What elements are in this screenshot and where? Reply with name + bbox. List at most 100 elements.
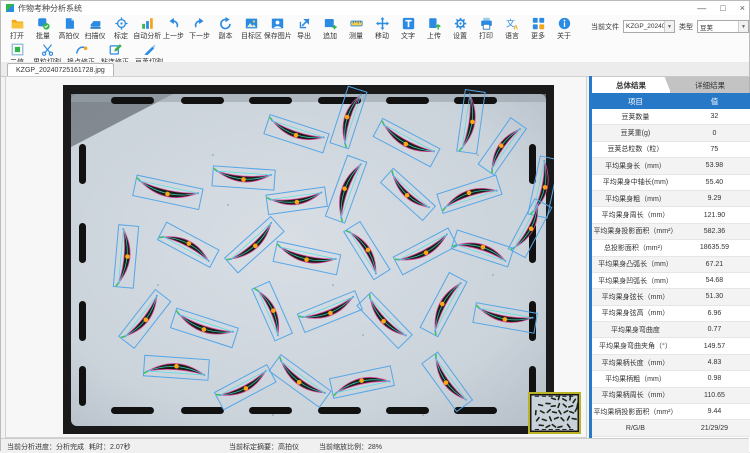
table-row[interactable]: 平均果身周长（mm）121.90: [592, 207, 750, 223]
toolbar-target-area-button[interactable]: 目标区: [239, 15, 265, 41]
toolbar-text-button[interactable]: 文字: [395, 15, 421, 41]
results-panel: 总体结果 详细结果 项目 值 豆荚数量32豆荚重(g)0豆荚总粒数（粒）75平均…: [592, 76, 750, 438]
table-row[interactable]: 平均果柄粗（mm）0.98: [592, 371, 750, 387]
export-icon: [298, 17, 311, 30]
row-item-label: 平均果身凸弧长（mm）: [592, 259, 679, 269]
table-row[interactable]: 平均果柄周长（mm）110.65: [592, 388, 750, 404]
toolbar-button-label: 保存图片: [264, 31, 292, 41]
toolbar-button-label: 关于: [557, 31, 571, 41]
toolbar-calibrate-button[interactable]: 标定: [108, 15, 134, 41]
row-item-label: 平均果身粗（mm）: [592, 194, 679, 204]
copy-icon: [219, 17, 232, 30]
table-row[interactable]: 平均果身凹弧长（mm）54.68: [592, 273, 750, 289]
toolbar-export-button[interactable]: 导出: [291, 15, 317, 41]
table-row[interactable]: 豆荚总粒数（粒）75: [592, 142, 750, 158]
application-window: 作物考种分析系统 — □ × 打开 批量高拍仪扫描仪标定自动分析上一步下一步副本目…: [0, 0, 750, 451]
chevron-down-icon[interactable]: ▼: [738, 21, 748, 32]
table-row[interactable]: 平均果身投影面积（mm²）582.36: [592, 224, 750, 240]
table-row[interactable]: 平均果身粗（mm）9.29: [592, 191, 750, 207]
minimize-button[interactable]: —: [697, 1, 706, 15]
type-select[interactable]: 豆荚▼: [697, 20, 749, 33]
chevron-down-icon[interactable]: ▼: [664, 21, 674, 32]
row-item-value: 110.65: [679, 392, 750, 399]
toolbar-row-2: 二值果粒切割换点修正粘连修正豆荚切割: [1, 41, 749, 62]
about-icon: [558, 17, 571, 30]
row-item-label: 平均果身弯曲夹角（°）: [592, 341, 679, 351]
table-row[interactable]: 平均果身中轴长(mm)55.40: [592, 175, 750, 191]
table-row[interactable]: 豆荚重(g)0: [592, 125, 750, 141]
header-value-column: 值: [679, 96, 750, 107]
table-row[interactable]: 平均果身弯曲度0.77: [592, 322, 750, 338]
row-item-value: 149.57: [679, 343, 750, 350]
row-item-value: 53.98: [679, 162, 750, 169]
maximize-button[interactable]: □: [720, 1, 725, 15]
toolbar-button-label: 语言: [505, 31, 519, 41]
table-row[interactable]: 平均果身弯曲夹角（°）149.57: [592, 338, 750, 354]
toolbar-open-folder-button[interactable]: 打开: [4, 15, 30, 41]
document-tab-strip: KZGP_20240725161728.jpg: [1, 62, 749, 77]
row-item-value: 21/29/29: [679, 425, 750, 432]
current-file-value: KZGP_202407: [624, 23, 664, 30]
row-item-label: 平均果柄粗（mm）: [592, 374, 679, 384]
toolbar-settings-button[interactable]: 设置: [447, 15, 473, 41]
table-row[interactable]: 总投影面积（mm²）18635.59: [592, 240, 750, 256]
toolbar-button-label: 扫描仪: [85, 31, 106, 41]
table-row[interactable]: 平均果身弦长（mm）51.30: [592, 289, 750, 305]
close-button[interactable]: ×: [740, 1, 745, 15]
table-row[interactable]: R/G/B21/29/29: [592, 420, 750, 436]
move-icon: [376, 17, 389, 30]
table-row[interactable]: 平均果柄投影面积（mm²）9.44: [592, 404, 750, 420]
table-row[interactable]: 平均果柄长度（mm）4.83: [592, 355, 750, 371]
row-item-label: 豆荚数量: [592, 112, 679, 122]
toolbar-doc-camera-button[interactable]: 高拍仪: [56, 15, 82, 41]
analysis-photo[interactable]: [63, 85, 554, 434]
toolbar-auto-analyze-button[interactable]: 自动分析: [134, 15, 161, 41]
redo-icon: [193, 17, 206, 30]
toolbar-button-label: 上传: [427, 31, 441, 41]
title-bar: 作物考种分析系统 — □ ×: [1, 1, 749, 16]
navigator-thumbnail[interactable]: [528, 392, 581, 434]
table-row[interactable]: 平均果身弦高（mm）6.96: [592, 306, 750, 322]
toolbar-language-button[interactable]: 文A语言: [499, 15, 525, 41]
toolbar-batch-button[interactable]: 批量: [30, 15, 56, 41]
calibrate-icon: [115, 17, 128, 30]
row-item-value: 55.40: [679, 179, 750, 186]
table-row[interactable]: 豆荚数量32: [592, 109, 750, 125]
table-row[interactable]: 平均果身长（mm）53.98: [592, 158, 750, 174]
toolbar-more-button[interactable]: 更多: [525, 15, 551, 41]
auto-analyze-icon: [141, 17, 154, 30]
toolbar-upload-button[interactable]: 上传: [421, 15, 447, 41]
more-icon: [532, 17, 545, 30]
toolbar-button-label: 批量: [36, 31, 50, 41]
toolbar-button-label: 高拍仪: [59, 31, 80, 41]
header-item-column: 项目: [592, 96, 679, 107]
row-item-value: 0: [679, 130, 750, 137]
document-tab[interactable]: KZGP_20240725161728.jpg: [7, 63, 114, 77]
toolbar-measure-button[interactable]: 测量: [343, 15, 369, 41]
svg-text:A: A: [513, 25, 518, 30]
current-file-label: 当前文件: [591, 22, 619, 32]
toolbar-print-button[interactable]: 打印: [473, 15, 499, 41]
tab-detailed-results[interactable]: 详细结果: [671, 77, 750, 93]
toolbar-button-label: 打开: [10, 31, 24, 41]
toolbar-button-label: 更多: [531, 31, 545, 41]
toolbar-append-button[interactable]: 追加: [317, 15, 343, 41]
toolbar-button-label: 追加: [323, 31, 337, 41]
current-file-select[interactable]: KZGP_202407▼: [623, 20, 675, 33]
toolbar-about-button[interactable]: 关于: [551, 15, 577, 41]
tab-overall-results[interactable]: 总体结果: [592, 77, 671, 93]
toolbar-button-label: 自动分析: [133, 31, 161, 41]
table-row[interactable]: 平均果身凸弧长（mm）67.21: [592, 257, 750, 273]
toolbar-redo-button[interactable]: 下一步: [187, 15, 213, 41]
row-item-label: R/G/B: [592, 425, 679, 432]
row-item-value: 9.29: [679, 195, 750, 202]
curve-point-icon: [75, 43, 88, 56]
toolbar-copy-button[interactable]: 副本: [213, 15, 239, 41]
toolbar-scanner-button[interactable]: 扫描仪: [82, 15, 108, 41]
toolbar-button-label: 文字: [401, 31, 415, 41]
toolbar-move-button[interactable]: 移动: [369, 15, 395, 41]
toolbar-save-image-button[interactable]: 保存图片: [265, 15, 292, 41]
toolbar-undo-button[interactable]: 上一步: [161, 15, 187, 41]
row-item-value: 54.68: [679, 277, 750, 284]
row-item-label: 豆荚重(g): [592, 128, 679, 138]
